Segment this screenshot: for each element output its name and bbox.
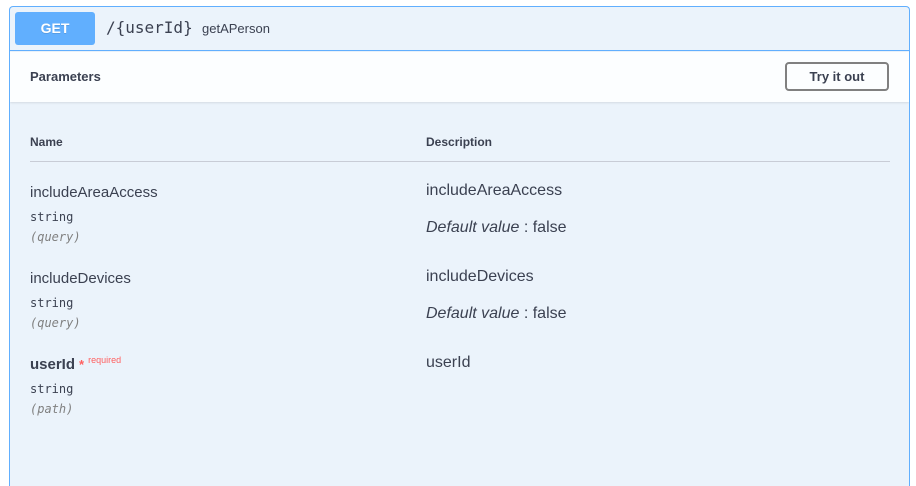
parameter-row-includeAreaAccess: includeAreaAccess string (query) include… xyxy=(30,182,890,264)
default-value-label: Default value xyxy=(426,219,520,236)
default-separator: : xyxy=(519,219,533,236)
default-value: false xyxy=(532,219,567,236)
parameters-title: Parameters xyxy=(30,69,101,84)
required-label: required xyxy=(88,355,122,365)
operation-path: /{userId} xyxy=(106,18,193,37)
parameter-location: (path) xyxy=(30,402,74,416)
parameter-description: userId xyxy=(426,354,471,371)
parameter-row-includeDevices: includeDevices string (query) includeDev… xyxy=(30,268,890,350)
operation-block: GET /{userId} getAPerson Parameters Try … xyxy=(9,6,910,486)
column-header-name: Name xyxy=(30,135,63,149)
operation-description: getAPerson xyxy=(202,21,270,36)
parameter-description: includeAreaAccess xyxy=(426,182,563,199)
parameter-location: (query) xyxy=(30,230,81,244)
column-header-description: Description xyxy=(426,135,493,149)
parameter-name: includeDevices xyxy=(30,270,131,287)
parameter-name: userId xyxy=(30,356,76,373)
parameter-name-required: userId * required xyxy=(30,355,122,373)
default-separator: : xyxy=(519,305,533,322)
parameter-description: includeDevices xyxy=(426,268,534,285)
default-value: false xyxy=(532,305,567,322)
parameter-type: string xyxy=(30,210,74,224)
operation-summary[interactable]: GET /{userId} getAPerson xyxy=(10,7,909,51)
parameter-location: (query) xyxy=(30,316,81,330)
parameter-name: includeAreaAccess xyxy=(30,184,158,201)
required-star: * xyxy=(79,357,85,372)
parameter-default: Default value : false xyxy=(426,305,567,323)
parameters-table-header: Name Description xyxy=(30,117,890,162)
parameters-table: Name Description includeAreaAccess strin… xyxy=(30,117,890,416)
parameter-type: string xyxy=(30,296,74,310)
parameters-section-header: Parameters Try it out xyxy=(10,52,909,102)
parameter-type: string xyxy=(30,382,74,396)
default-value-label: Default value xyxy=(426,305,520,322)
try-it-out-button[interactable]: Try it out xyxy=(785,62,889,91)
http-method-badge: GET xyxy=(15,12,95,45)
parameter-row-userId: userId * required string (path) userId xyxy=(30,354,890,436)
parameter-default: Default value : false xyxy=(426,219,567,237)
